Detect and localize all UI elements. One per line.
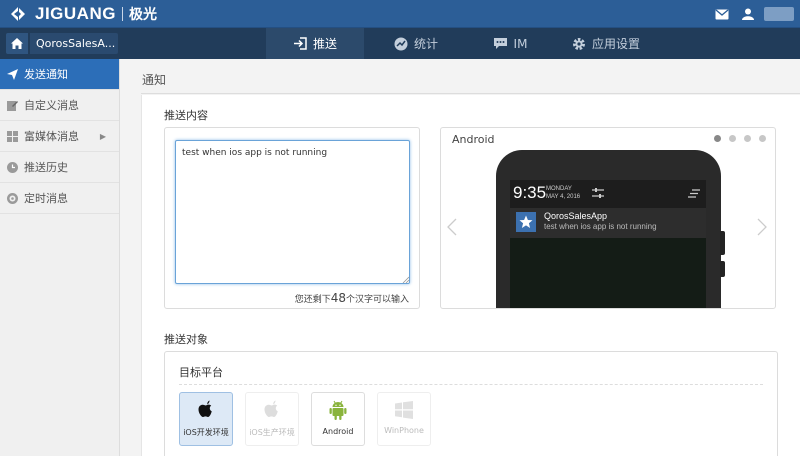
chat-icon [493,38,507,49]
carousel-dot[interactable] [759,135,766,142]
push-icon [293,37,307,50]
main-nav-tabs: 推送 统计 IM 应用设置 [266,28,660,59]
stats-icon [394,37,408,50]
notification-app-name: QorosSalesApp [544,211,608,221]
platform-android[interactable]: Android [311,392,365,446]
content-section-title: 推送内容 [164,109,208,122]
logo[interactable]: JIGUANG 极光 [8,4,157,24]
phone-screen: 9:35 MONDAY MAY 4, 2016 QorosSalesApp te… [510,180,706,308]
phone-date: MONDAY MAY 4, 2016 [546,185,580,201]
target-section-title: 推送对象 [164,333,208,346]
sidebar-item-custom-message[interactable]: 自定义消息 [0,90,119,121]
notification-form: 推送内容 test when ios app is not running 您还… [141,95,800,456]
lockscreen-status: 9:35 MONDAY MAY 4, 2016 [510,180,706,208]
notification-body: test when ios app is not running [544,222,657,231]
phone-weekday: MONDAY [546,186,572,192]
target-platform-label: 目标平台 [179,366,223,379]
app-name-label: QorosSalesA... [36,37,116,50]
main-content: 通知 推送内容 test when ios app is not running… [121,59,800,456]
app-selector[interactable]: QorosSalesA... ▼ [6,33,118,54]
tab-app-settings[interactable]: 应用设置 [552,28,660,59]
carousel-dot[interactable] [714,135,721,142]
platform-ios-prod[interactable]: iOS生产环境 [245,392,299,446]
sliders-icon [592,188,604,198]
remaining-count: 48 [330,291,346,305]
user-icon[interactable] [738,5,758,23]
sidebar-item-rich-media[interactable]: 富媒体消息 ▶ [0,121,119,152]
tab-stats[interactable]: 统计 [364,28,468,59]
mail-icon[interactable] [712,5,732,23]
sidebar-item-label: 发送通知 [24,68,68,81]
apple-icon [264,400,278,417]
star-icon [516,212,536,232]
brand-name: JIGUANG [35,4,116,23]
grid-icon [7,130,18,142]
chevron-right-icon[interactable] [757,218,767,236]
user-avatar[interactable] [764,7,794,21]
platform-label: iOS开发环境 [183,428,229,437]
platform-label: iOS生产环境 [249,428,295,437]
tab-push[interactable]: 推送 [266,28,364,59]
platform-divider [179,384,763,385]
device-preview: Android 9:35 MONDAY MAY 4, 2016 QorosSal… [440,127,776,309]
sidebar-item-send-notification[interactable]: 发送通知 [0,59,119,90]
sidebar-item-label: 自定义消息 [24,99,79,112]
phone-mockup: 9:35 MONDAY MAY 4, 2016 QorosSalesApp te… [496,150,721,308]
sidebar-item-label: 推送历史 [24,161,68,174]
sidebar-item-push-history[interactable]: 推送历史 [0,152,119,183]
timer-icon [7,192,18,204]
platform-label: Android [322,427,354,436]
top-bar: JIGUANG 极光 [0,0,800,28]
platform-winphone[interactable]: WinPhone [377,392,431,446]
title-divider [141,93,800,94]
remaining-suffix: 个汉字可以输入 [345,295,409,305]
home-icon[interactable] [6,33,28,54]
clear-all-icon [688,189,700,198]
platform-options: iOS开发环境 iOS生产环境 Android WinPhone [179,392,431,446]
chevron-left-icon[interactable] [447,218,457,236]
tab-push-label: 推送 [312,37,337,51]
phone-button [720,261,725,277]
app-name-dropdown[interactable]: QorosSalesA... ▼ [30,33,118,54]
chevron-right-icon: ▶ [99,132,106,141]
tab-app-settings-label: 应用设置 [591,37,640,51]
platform-label: WinPhone [384,426,424,435]
remaining-prefix: 您还剩下 [294,295,331,305]
sidebar: 发送通知 自定义消息 富媒体消息 ▶ 推送历史 定时消息 [0,59,120,456]
platform-ios-dev[interactable]: iOS开发环境 [179,392,233,446]
remaining-chars: 您还剩下48个汉字可以输入 [295,291,409,305]
carousel-dot[interactable] [744,135,751,142]
sidebar-item-label: 富媒体消息 [24,130,79,143]
gear-icon [572,37,585,50]
windows-icon [395,401,413,419]
send-icon [7,68,18,80]
tab-stats-label: 统计 [413,37,438,51]
jiguang-logo-icon [11,7,25,21]
header-actions [712,4,794,24]
screen-background [510,238,706,308]
message-content-box: test when ios app is not running 您还剩下48个… [164,127,420,309]
preview-carousel-dots [714,135,766,142]
sidebar-item-scheduled[interactable]: 定时消息 [0,183,119,214]
phone-clock: 9:35 [513,183,547,202]
brand-divider [121,7,123,21]
phone-date-text: MAY 4, 2016 [546,194,581,200]
nav-bar: QorosSalesA... ▼ 推送 统计 IM 应用设置 [0,28,800,59]
tab-im-label: IM [513,36,528,51]
apple-icon [198,400,212,417]
android-icon [329,400,347,420]
edit-icon [7,100,18,111]
preview-platform-label: Android [452,133,495,146]
carousel-dot[interactable] [729,135,736,142]
brand-name-cn: 极光 [128,7,157,23]
notification-preview: QorosSalesApp test when ios app is not r… [510,208,706,238]
sidebar-item-label: 定时消息 [24,192,68,205]
target-platform-box: 目标平台 iOS开发环境 iOS生产环境 Android WinPhone [164,351,778,456]
history-icon [7,161,18,173]
tab-im[interactable]: IM [468,28,552,59]
page-title: 通知 [142,73,167,87]
resize-handle-icon[interactable] [402,276,409,283]
message-textarea[interactable]: test when ios app is not running [175,140,410,284]
phone-button [720,231,725,255]
